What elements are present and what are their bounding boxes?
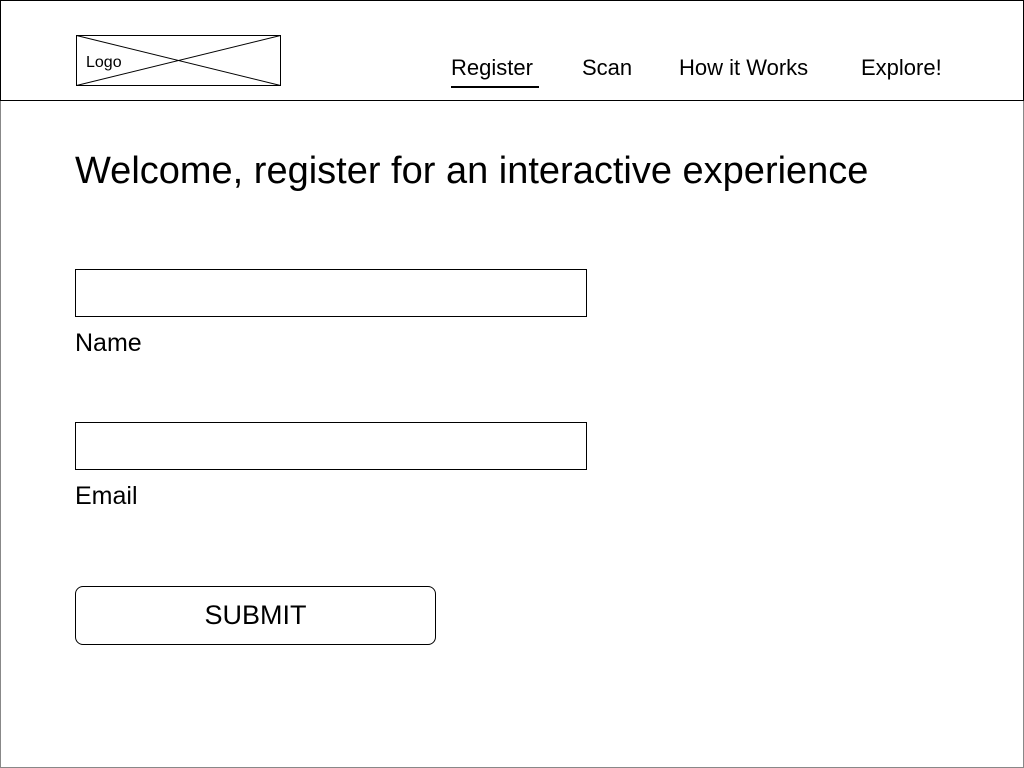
page-frame — [0, 0, 1024, 768]
nav-scan[interactable]: Scan — [582, 55, 632, 81]
email-label: Email — [75, 482, 138, 510]
name-label: Name — [75, 329, 142, 357]
nav-how-it-works[interactable]: How it Works — [679, 55, 808, 81]
email-input[interactable] — [75, 422, 587, 470]
nav-explore[interactable]: Explore! — [861, 55, 942, 81]
nav-active-indicator — [451, 86, 539, 88]
logo-placeholder[interactable]: Logo — [76, 35, 281, 86]
name-input[interactable] — [75, 269, 587, 317]
nav-register[interactable]: Register — [451, 55, 533, 81]
submit-button[interactable]: SUBMIT — [75, 586, 436, 645]
logo-label: Logo — [86, 54, 124, 72]
page-title: Welcome, register for an interactive exp… — [75, 150, 869, 192]
top-header: Logo Register Scan How it Works Explore! — [0, 0, 1024, 101]
